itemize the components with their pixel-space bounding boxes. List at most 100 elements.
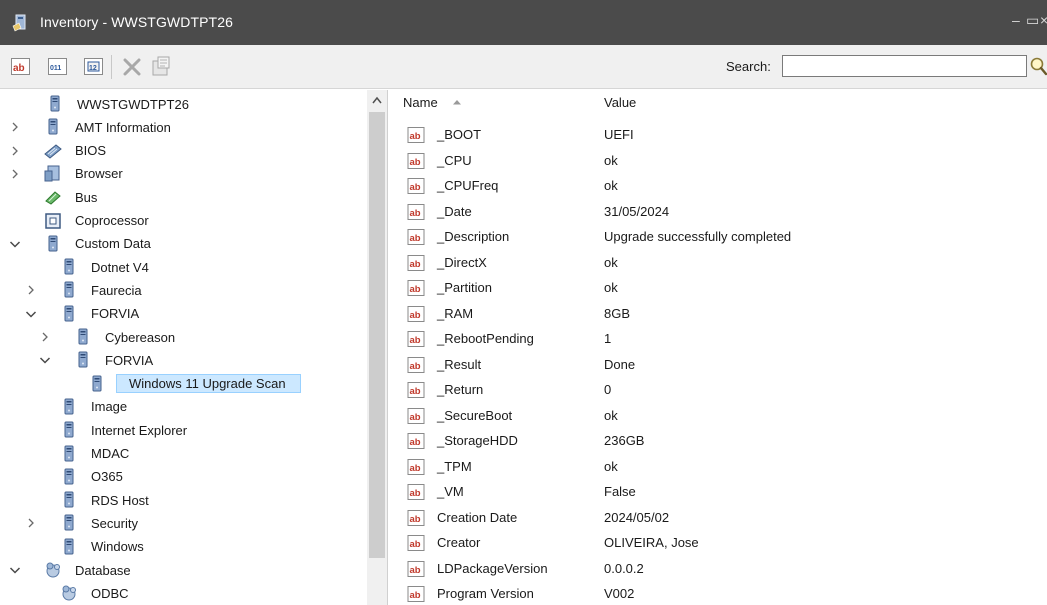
tree-item-bios[interactable]: BIOS	[8, 140, 109, 162]
list-row[interactable]: ab _TPM ok	[393, 454, 1047, 479]
tree-item-label: BIOS	[75, 143, 107, 159]
tree-item-label: Internet Explorer	[91, 422, 188, 438]
string-value-icon: ab	[407, 560, 425, 578]
row-value: 8GB	[604, 305, 631, 321]
tree-item-wwstgwdtpt26[interactable]: WWSTGWDTPT26	[8, 93, 192, 115]
list-row[interactable]: ab _Return 0	[393, 377, 1047, 402]
svg-text:ab: ab	[410, 488, 421, 499]
row-name: LDPackageVersion	[437, 560, 548, 576]
svg-text:ab: ab	[410, 131, 421, 142]
minimize-button[interactable]: –	[1012, 12, 1020, 28]
tree-item-amt-information[interactable]: AMT Information	[8, 116, 174, 138]
computer-icon	[44, 235, 62, 253]
properties-icon[interactable]	[150, 56, 172, 78]
list-row[interactable]: ab _CPUFreq ok	[393, 173, 1047, 198]
scroll-up-arrow-icon[interactable]	[372, 96, 382, 104]
list-row[interactable]: ab _VM False	[393, 479, 1047, 504]
chevron-right-icon[interactable]	[24, 283, 38, 297]
list-row[interactable]: ab _DirectX ok	[393, 250, 1047, 275]
search-icon[interactable]	[1029, 56, 1047, 76]
list-row[interactable]: ab _Result Done	[393, 352, 1047, 377]
list-row[interactable]: ab Creation Date 2024/05/02	[393, 505, 1047, 530]
delete-icon[interactable]	[121, 56, 143, 78]
tree-item-odbc[interactable]: ODBC	[24, 582, 132, 604]
chevron-right-icon[interactable]	[24, 516, 38, 530]
list-row[interactable]: ab _BOOT UEFI	[393, 122, 1047, 147]
svg-text:ab: ab	[410, 284, 421, 295]
tree-item-o365[interactable]: O365	[24, 466, 126, 488]
toolbar: ab 011 12 Search:	[0, 45, 1047, 89]
tree-item-label: Windows	[91, 539, 144, 555]
tree-item-database[interactable]: Database	[8, 559, 134, 581]
list-row[interactable]: ab _Description Upgrade successfully compl…	[393, 224, 1047, 249]
string-value-icon: ab	[407, 534, 425, 552]
list-row[interactable]: ab Creator OLIVEIRA, Jose	[393, 530, 1047, 555]
row-value: 1	[604, 331, 612, 346]
chevron-down-icon[interactable]	[8, 237, 22, 251]
list-row[interactable]: ab Program Version V002	[393, 581, 1047, 605]
tree-item-cybereason[interactable]: Cybereason	[38, 326, 178, 348]
scrollbar-thumb[interactable]	[369, 112, 385, 558]
column-header-value[interactable]: Value	[604, 90, 636, 114]
tree-item-internet-explorer[interactable]: Internet Explorer	[24, 419, 190, 441]
row-name: _Description	[437, 229, 510, 244]
tree-item-label: Custom Data	[75, 236, 151, 252]
row-value: OLIVEIRA, Jose	[604, 535, 699, 550]
string-value-icon[interactable]: ab	[10, 56, 32, 78]
tree-item-bus[interactable]: Bus	[8, 186, 100, 208]
chevron-down-icon[interactable]	[24, 307, 38, 321]
tree-view[interactable]: WWSTGWDTPT26 AMT Information BIOS Browser Bu…	[0, 90, 388, 605]
tree-item-dotnet-v4[interactable]: Dotnet V4	[24, 256, 152, 278]
tree-item-forvia[interactable]: FORVIA	[24, 303, 142, 325]
list-row[interactable]: ab LDPackageVersion 0.0.0.2	[393, 556, 1047, 581]
row-value: 2024/05/02	[604, 509, 670, 525]
tree-item-label: FORVIA	[91, 306, 140, 322]
computer-icon	[60, 305, 78, 323]
chevron-down-icon[interactable]	[8, 563, 22, 577]
chevron-right-icon[interactable]	[8, 167, 22, 181]
tree-item-windows[interactable]: Windows	[24, 536, 147, 558]
tree-item-rds-host[interactable]: RDS Host	[24, 489, 152, 511]
row-name: _Result	[437, 356, 482, 372]
tree-item-label: Image	[91, 399, 128, 415]
tree-item-mdac[interactable]: MDAC	[24, 443, 132, 465]
row-value: ok	[604, 458, 618, 474]
list-row[interactable]: ab _RAM 8GB	[393, 301, 1047, 326]
tree-item-coprocessor[interactable]: Coprocessor	[8, 210, 152, 232]
tree-scrollbar[interactable]	[367, 90, 387, 605]
list-row[interactable]: ab _Partition ok	[393, 275, 1047, 300]
computer-icon	[46, 95, 64, 113]
chevron-right-icon[interactable]	[38, 330, 52, 344]
tree-item-custom-data[interactable]: Custom Data	[8, 233, 154, 255]
svg-text:ab: ab	[410, 335, 421, 346]
list-row[interactable]: ab _Date 31/05/2024	[393, 199, 1047, 224]
computer-icon	[60, 421, 78, 439]
tree-item-browser[interactable]: Browser	[8, 163, 126, 185]
number-value-icon[interactable]: 12	[83, 56, 105, 78]
maximize-button[interactable]: ▭	[1026, 12, 1039, 29]
row-value: ok	[604, 152, 618, 168]
string-value-icon: ab	[407, 407, 425, 425]
list-row[interactable]: ab _StorageHDD 236GB	[393, 428, 1047, 453]
list-row[interactable]: ab _RebootPending 1	[393, 326, 1047, 351]
row-value: ok	[604, 178, 618, 193]
close-button[interactable]: ×	[1040, 12, 1047, 28]
chevron-right-icon[interactable]	[8, 120, 22, 134]
column-header-name[interactable]: Name	[403, 90, 462, 114]
tree-item-faurecia[interactable]: Faurecia	[24, 279, 145, 301]
tree-item-image[interactable]: Image	[24, 396, 130, 418]
tree-item-forvia[interactable]: FORVIA	[38, 349, 156, 371]
binary-value-icon[interactable]: 011	[47, 56, 69, 78]
toolbar-separator	[111, 55, 112, 79]
tree-item-security[interactable]: Security	[24, 512, 141, 534]
list-row[interactable]: ab _SecureBoot ok	[393, 403, 1047, 428]
search-input[interactable]	[782, 55, 1027, 77]
chevron-down-icon[interactable]	[38, 353, 52, 367]
list-row[interactable]: ab _CPU ok	[393, 148, 1047, 173]
svg-text:ab: ab	[410, 412, 421, 423]
tree-item-windows-11-upgrade-scan[interactable]: Windows 11 Upgrade Scan	[52, 373, 301, 395]
chevron-right-icon[interactable]	[8, 144, 22, 158]
computer-icon	[60, 491, 78, 509]
